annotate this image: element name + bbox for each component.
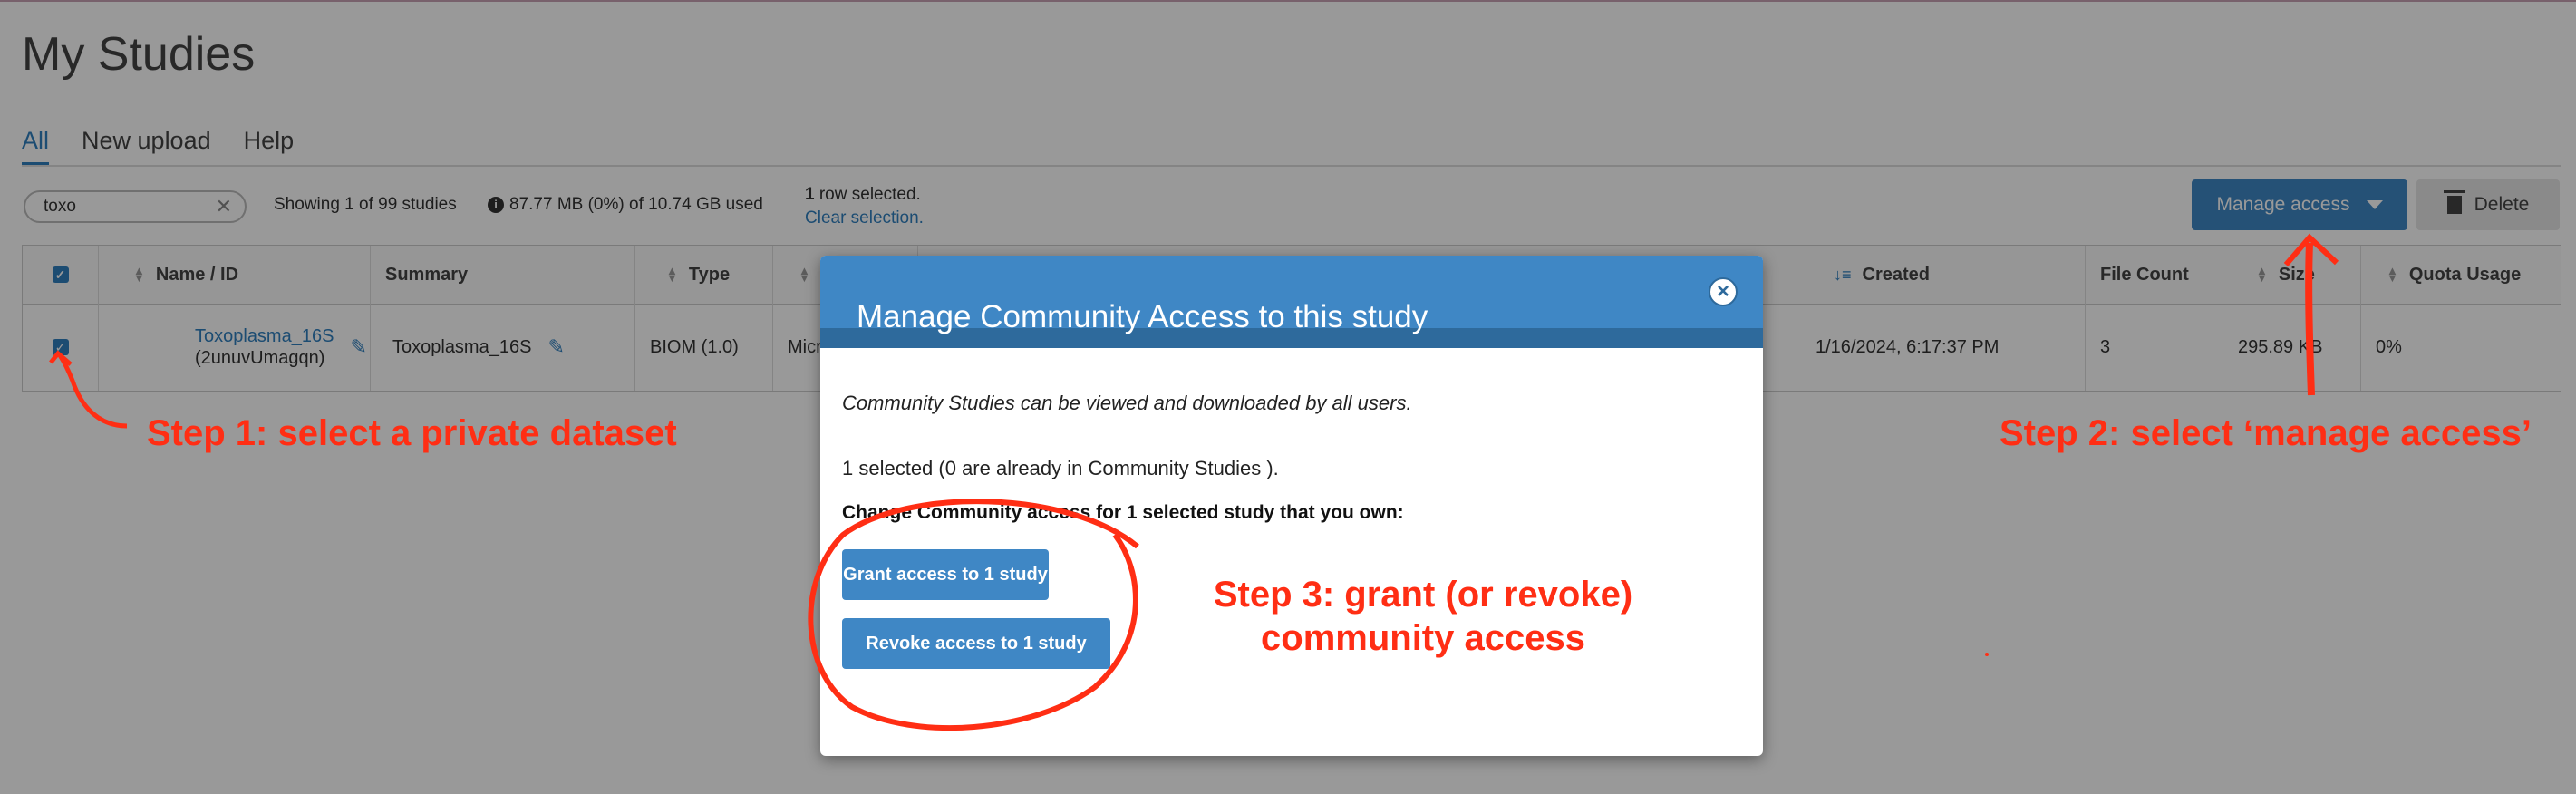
step2-annotation: Step 2: select ‘manage access’ [2000, 413, 2532, 453]
step2-arrow [2305, 242, 2315, 396]
annotation-marks [49, 233, 2339, 731]
step1-annotation: Step 1: select a private dataset [147, 413, 677, 453]
step3-circle [808, 499, 1139, 731]
step3-line1: Step 3: grant (or revoke) [1213, 575, 1633, 615]
step3-line2: community access [1261, 618, 1585, 658]
annotation-dot [1985, 653, 1989, 656]
step3-annotation: Step 3: grant (or revoke) community acce… [1169, 573, 1677, 660]
step1-arrow [57, 353, 128, 429]
